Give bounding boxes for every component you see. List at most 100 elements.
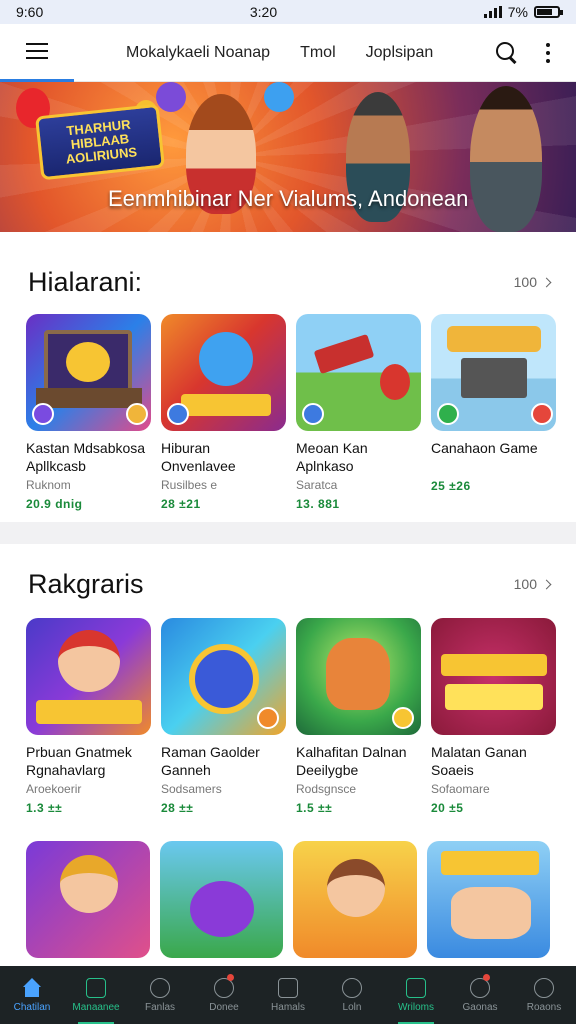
tab-home[interactable]: Chatilan <box>0 966 64 1024</box>
app-card[interactable]: Canahaon Game 25 ±26 <box>431 314 556 511</box>
app-rating: 28 ±21 <box>161 497 201 511</box>
app-thumbnail <box>431 314 556 431</box>
app-developer: Ruknom <box>26 478 71 492</box>
tab-label: Roaons <box>526 1001 562 1013</box>
app-name: Kastan Mdsabkosa Apllkcasb <box>26 440 146 474</box>
app-thumbnail <box>431 618 556 735</box>
app-rating: 25 ±26 <box>431 479 471 493</box>
gauge-icon <box>150 977 170 998</box>
section-more-link[interactable]: 100 <box>514 274 552 290</box>
app-thumbnail <box>296 618 421 735</box>
tab-label: Chatilan <box>13 1001 51 1013</box>
app-developer: Rusilbes e <box>161 478 218 492</box>
tab-3[interactable]: Fanlas <box>128 966 192 1024</box>
tab-label: Hamals <box>271 1001 305 1013</box>
section-rakgraris: Rakgraris 100 Prbuan Gnatmek Rgnahavlarg… <box>0 544 576 966</box>
tab-label: Manaanee <box>72 1001 120 1013</box>
search-icon[interactable] <box>496 41 518 64</box>
app-card[interactable]: Meoan Kan Aplnkaso Saratca 13. 881 <box>296 314 421 511</box>
tab-8[interactable]: Gaonas <box>448 966 512 1024</box>
section-title: Hialarani: <box>28 266 143 297</box>
app-thumbnail-partial[interactable] <box>426 841 550 958</box>
tab-9[interactable]: Roaons <box>512 966 576 1024</box>
battery-percent: 7% <box>507 4 528 20</box>
app-card[interactable]: Raman Gaolder Ganneh Sodsamers 28 ±± <box>161 618 286 815</box>
app-thumbnail-partial[interactable] <box>26 841 150 958</box>
app-rating: 28 ±± <box>161 801 194 815</box>
app-name: Kalhafitan Dalnan Deeilygbe <box>296 744 407 778</box>
hamburger-icon <box>26 43 48 59</box>
status-icons: 7% <box>483 4 563 20</box>
app-card[interactable]: Kalhafitan Dalnan Deeilygbe Rodsgnsce 1.… <box>296 618 421 815</box>
tab-5[interactable]: Hamals <box>256 966 320 1024</box>
app-name: Prbuan Gnatmek Rgnahavlarg <box>26 744 132 778</box>
app-name: Raman Gaolder Ganneh <box>161 744 260 778</box>
hero-banner[interactable]: THARHUR HIBLAAB AOLIRIUNS Eenmhibinar Ne… <box>0 82 576 232</box>
app-name: Malatan Ganan Soaeis <box>431 744 527 778</box>
grid-icon <box>86 977 106 998</box>
app-card[interactable]: Prbuan Gnatmek Rgnahavlarg Aroekoerir 1.… <box>26 618 151 815</box>
app-rating: 20.9 dnig <box>26 497 83 511</box>
menu-button[interactable] <box>0 24 74 82</box>
notification-dot <box>226 974 234 981</box>
app-rating: 1.3 ±± <box>26 801 63 815</box>
app-rating: 13. 881 <box>296 497 340 511</box>
app-thumbnail-partial[interactable] <box>159 841 283 958</box>
app-developer: Sodsamers <box>161 782 222 796</box>
balloon-purple <box>156 82 186 112</box>
section-more-link[interactable]: 100 <box>513 576 552 592</box>
section-divider <box>0 522 576 544</box>
app-rating: 20 ±5 <box>431 801 464 815</box>
app-card[interactable]: Kastan Mdsabkosa Apllkcasb Ruknom 20.9 d… <box>26 314 151 511</box>
chevron-right-icon <box>541 579 552 589</box>
banner-caption: Eenmhibinar Ner Vialums, Andonean <box>108 186 469 211</box>
status-bar: 9:60 3:20 7% <box>0 0 576 24</box>
tab-7[interactable]: Wriloms <box>384 966 448 1024</box>
tab-label: Fanlas <box>144 1001 175 1013</box>
app-developer: Rodsgnsce <box>296 782 357 796</box>
app-thumbnail <box>26 314 151 431</box>
signal-icon <box>483 6 502 18</box>
app-thumbnail <box>26 618 151 735</box>
app-name: Hiburan Onvenlavee <box>161 440 236 474</box>
more-count: 100 <box>513 576 537 592</box>
chevron-right-icon <box>541 277 552 287</box>
tab-label: Loln <box>342 1001 362 1013</box>
nav-link-3[interactable]: Joplsipan <box>366 44 434 62</box>
home-icon <box>22 977 42 998</box>
banner-logo: THARHUR HIBLAAB AOLIRIUNS <box>34 103 166 181</box>
nav-links: Mokalykaeli Noanap Tmol Joplsipan <box>74 44 433 62</box>
users-icon <box>342 977 362 998</box>
app-developer: Aroekoerir <box>26 782 82 796</box>
tab-2[interactable]: Manaanee <box>64 966 128 1024</box>
top-nav: Mokalykaeli Noanap Tmol Joplsipan <box>0 24 576 82</box>
tab-label: Gaonas <box>462 1001 498 1013</box>
app-thumbnail <box>161 314 286 431</box>
more-options-icon[interactable] <box>546 42 550 63</box>
square-icon <box>406 977 426 998</box>
status-time-left: 9:60 <box>16 4 44 20</box>
tab-4[interactable]: Donee <box>192 966 256 1024</box>
app-developer: Sofaomare <box>431 782 490 796</box>
banner-character-man <box>470 86 542 232</box>
notification-dot <box>482 974 490 981</box>
section-hialarani: Hialarani: 100 Kastan Mdsabkosa Apllkcas… <box>0 232 576 522</box>
balloon-blue <box>264 82 294 112</box>
app-thumbnail <box>296 314 421 431</box>
bottom-tab-bar: Chatilan Manaanee Fanlas Donee Hamals Lo… <box>0 966 576 1024</box>
app-card[interactable]: Malatan Ganan Soaeis Sofaomare 20 ±5 <box>431 618 556 815</box>
app-card[interactable]: Hiburan Onvenlavee Rusilbes e 28 ±21 <box>161 314 286 511</box>
status-time-center: 3:20 <box>249 4 278 20</box>
app-thumbnail-partial[interactable] <box>293 841 417 958</box>
battery-icon <box>533 6 563 18</box>
tab-label: Donee <box>209 1001 239 1013</box>
tab-6[interactable]: Loln <box>320 966 384 1024</box>
section-title: Rakgraris <box>28 568 144 599</box>
app-name: Canahaon Game <box>431 440 538 456</box>
nav-link-2[interactable]: Tmol <box>300 44 336 62</box>
tab-label: Wriloms <box>398 1001 434 1013</box>
library-icon <box>278 977 298 998</box>
app-developer: Saratca <box>296 478 338 492</box>
app-name: Meoan Kan Aplnkaso <box>296 440 368 474</box>
nav-link-1[interactable]: Mokalykaeli Noanap <box>126 44 270 62</box>
